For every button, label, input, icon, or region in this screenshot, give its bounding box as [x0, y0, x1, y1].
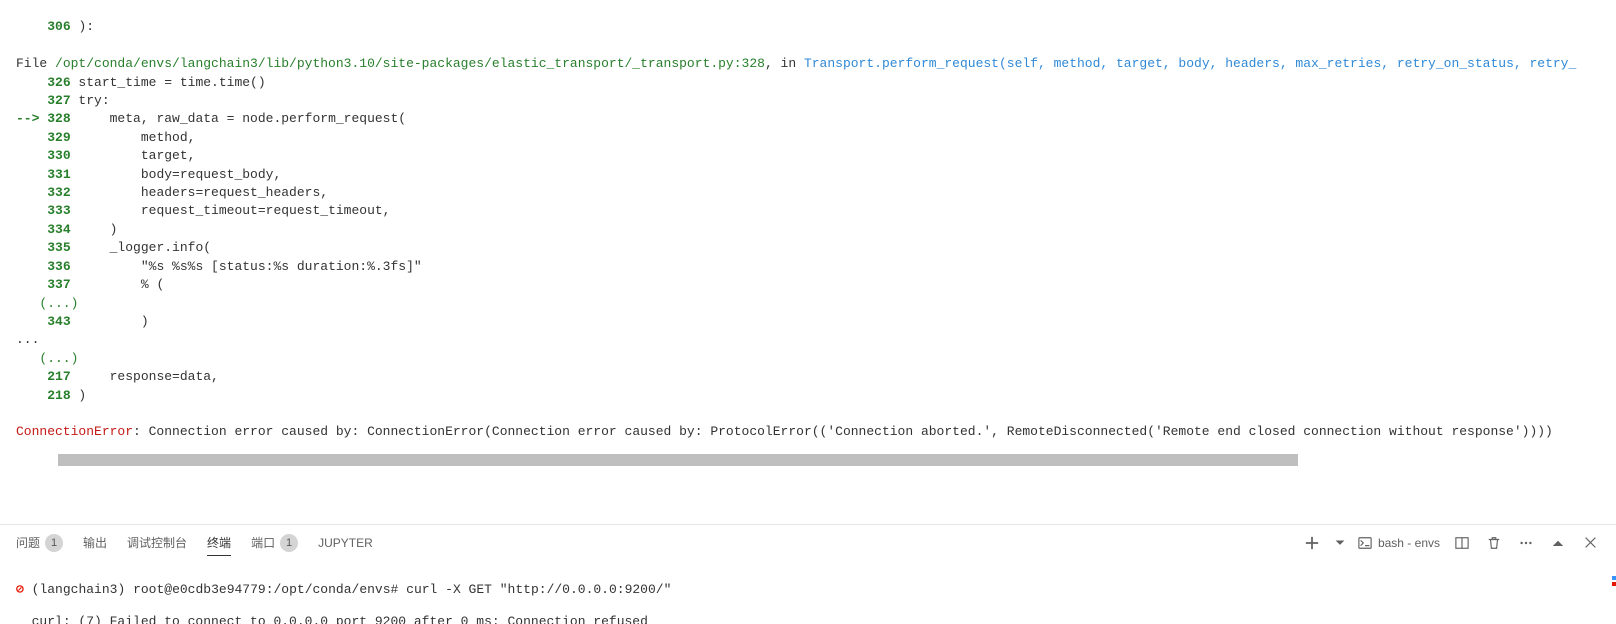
- traceback-block: 306 ): File /opt/conda/envs/langchain3/l…: [16, 0, 1616, 442]
- terminal-dropdown-button[interactable]: [1334, 533, 1346, 553]
- line-number: 336: [47, 259, 70, 274]
- traceback-file-path: /opt/conda/envs/langchain3/lib/python3.1…: [55, 56, 765, 71]
- panel-tabs-left: 问题 1 输出 调试控制台 终端 端口 1 JUPYTER: [16, 530, 373, 556]
- line-number: 330: [47, 148, 70, 163]
- new-terminal-button[interactable]: [1302, 533, 1322, 553]
- split-icon: [1455, 536, 1469, 550]
- line-number: 337: [47, 277, 70, 292]
- line-number: 326: [47, 75, 70, 90]
- tab-debug-console[interactable]: 调试控制台: [127, 530, 187, 555]
- line-number: 343: [47, 314, 70, 329]
- error-name: ConnectionError: [16, 424, 133, 439]
- ports-count-badge: 1: [280, 534, 298, 552]
- terminal-output-area[interactable]: ⊘ (langchain3) root@e0cdb3e94779:/opt/co…: [0, 560, 1616, 624]
- more-actions-button[interactable]: [1516, 533, 1536, 553]
- chevron-down-icon: [1335, 538, 1345, 548]
- ellipsis-icon: [1519, 536, 1533, 550]
- terminal-icon: [1358, 536, 1372, 550]
- error-indicator-icon: ⊘: [16, 582, 24, 597]
- line-number: 217: [47, 369, 70, 384]
- terminal-profile-selector[interactable]: bash - envs: [1358, 532, 1440, 554]
- line-number: 333: [47, 203, 70, 218]
- line-number: 306: [47, 19, 70, 34]
- tab-terminal[interactable]: 终端: [207, 530, 231, 556]
- collapsed-lines: (...): [16, 296, 78, 311]
- maximize-panel-button[interactable]: [1548, 533, 1568, 553]
- prompt-user-host: root@e0cdb3e94779:/opt/conda/envs#: [133, 582, 398, 597]
- traceback-function-ref: Transport.perform_request(self, method, …: [804, 56, 1576, 71]
- panel-actions-right: bash - envs: [1302, 532, 1600, 554]
- line-number: 328: [47, 111, 70, 126]
- terminal-command: curl -X GET "http://0.0.0.0:9200/": [406, 582, 671, 597]
- plus-icon: [1305, 536, 1319, 550]
- panel-tab-bar: 问题 1 输出 调试控制台 终端 端口 1 JUPYTER bash - env…: [0, 524, 1616, 560]
- line-number: 329: [47, 130, 70, 145]
- tab-output-label: 输出: [83, 534, 107, 551]
- terminal-overview-ruler: [1608, 560, 1616, 572]
- tab-jupyter-label: JUPYTER: [318, 536, 373, 550]
- close-icon: [1584, 536, 1597, 549]
- close-panel-button[interactable]: [1580, 533, 1600, 553]
- line-number: 334: [47, 222, 70, 237]
- tab-ports[interactable]: 端口 1: [251, 530, 298, 556]
- terminal-output-line: curl: (7) Failed to connect to 0.0.0.0 p…: [32, 614, 648, 624]
- kill-terminal-button[interactable]: [1484, 533, 1504, 553]
- editor-traceback-area[interactable]: 306 ): File /opt/conda/envs/langchain3/l…: [0, 0, 1616, 524]
- tab-debug-console-label: 调试控制台: [127, 534, 187, 551]
- tab-ports-label: 端口: [251, 534, 275, 551]
- prompt-env: (langchain3): [32, 582, 126, 597]
- terminal-profile-label: bash - envs: [1378, 536, 1440, 550]
- error-message: : Connection error caused by: Connection…: [133, 424, 1553, 439]
- ellipsis: ...: [16, 332, 39, 347]
- tab-problems-label: 问题: [16, 534, 40, 551]
- line-number: 327: [47, 93, 70, 108]
- split-terminal-button[interactable]: [1452, 533, 1472, 553]
- current-line-arrow: -->: [16, 111, 47, 126]
- tab-jupyter[interactable]: JUPYTER: [318, 532, 373, 554]
- line-number: 218: [47, 388, 70, 403]
- horizontal-scrollbar[interactable]: [58, 454, 1298, 466]
- trash-icon: [1487, 536, 1501, 550]
- tab-output[interactable]: 输出: [83, 530, 107, 555]
- collapsed-lines: (...): [16, 351, 78, 366]
- problems-count-badge: 1: [45, 534, 63, 552]
- line-number: 332: [47, 185, 70, 200]
- line-number: 335: [47, 240, 70, 255]
- tab-terminal-label: 终端: [207, 534, 231, 551]
- tab-problems[interactable]: 问题 1: [16, 530, 63, 556]
- line-number: 331: [47, 167, 70, 182]
- chevron-up-icon: [1552, 537, 1564, 549]
